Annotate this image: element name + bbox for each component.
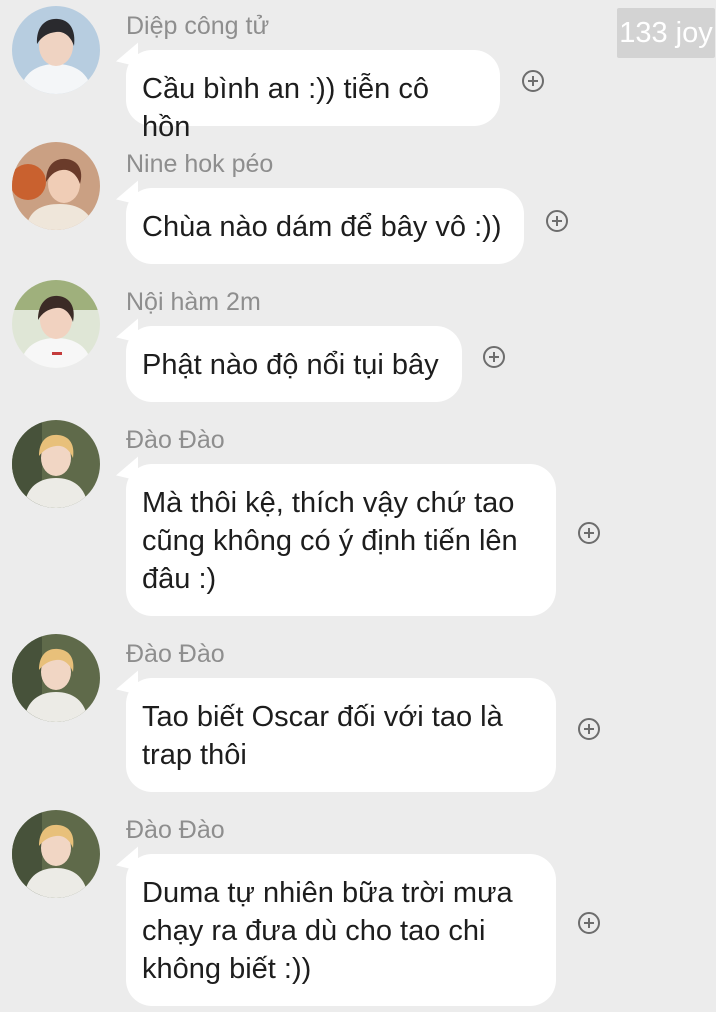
sender-avatar[interactable] — [12, 280, 100, 368]
sender-name: Đào Đào — [126, 426, 225, 454]
sender-avatar[interactable] — [12, 810, 100, 898]
add-reaction-icon[interactable] — [578, 522, 600, 544]
sender-name: Nine hok péo — [126, 150, 274, 178]
message-bubble[interactable]: Cầu bình an :)) tiễn cô hồn — [126, 50, 500, 143]
sender-avatar[interactable] — [12, 142, 100, 230]
message-bubble[interactable]: Mà thôi kệ, thích vậy chứ tao cũng không… — [126, 464, 556, 616]
add-reaction-icon[interactable] — [578, 718, 600, 740]
message-bubble[interactable]: Tao biết Oscar đối với tao là trap thôi — [126, 678, 556, 792]
reaction-count-badge: 133 joy — [617, 8, 715, 58]
sender-avatar[interactable] — [12, 420, 100, 508]
add-reaction-icon[interactable] — [578, 912, 600, 934]
message-bubble[interactable]: Chùa nào dám để bây vô :)) — [126, 188, 524, 264]
add-reaction-icon[interactable] — [546, 210, 568, 232]
sender-name: Đào Đào — [126, 816, 225, 844]
message-bubble[interactable]: Duma tự nhiên bữa trời mưa chạy ra đưa d… — [126, 854, 556, 1006]
sender-avatar[interactable] — [12, 634, 100, 722]
sender-name: Diệp công tử — [126, 12, 270, 40]
message-bubble[interactable]: Phật nào độ nổi tụi bây — [126, 326, 462, 402]
sender-avatar[interactable] — [12, 6, 100, 94]
add-reaction-icon[interactable] — [522, 70, 544, 92]
sender-name: Đào Đào — [126, 640, 225, 668]
add-reaction-icon[interactable] — [483, 346, 505, 368]
sender-name: Nội hàm 2m — [126, 288, 261, 316]
